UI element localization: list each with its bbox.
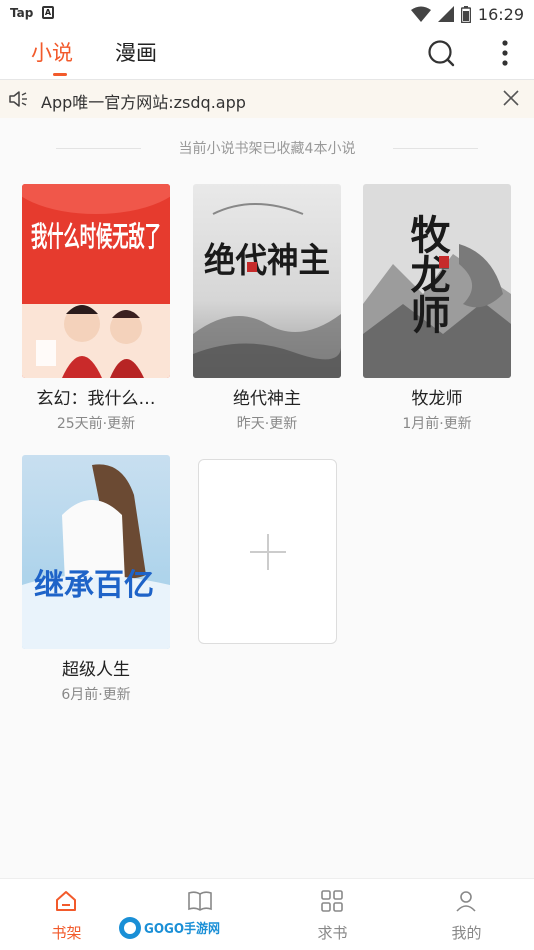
book-title: 绝代神主 (233, 389, 301, 409)
book-cover[interactable]: 继承百亿 (22, 455, 170, 649)
book-icon (188, 891, 212, 911)
book-cover[interactable]: 绝代神主 (193, 184, 341, 378)
tab-novel[interactable]: 小说 (31, 37, 73, 67)
speaker-icon (9, 91, 27, 107)
book-title: 牧龙师 (411, 389, 463, 409)
book-cover[interactable]: 我什么时候无敌了 (22, 184, 170, 378)
battery-icon (460, 5, 471, 23)
add-book-button[interactable] (198, 459, 337, 644)
cover-text: 绝代神主 (204, 241, 330, 281)
home-icon (56, 891, 76, 911)
carrier-label: Tap (10, 6, 34, 20)
book-update-time: 6月前·更新 (61, 687, 131, 703)
top-bar: 小说 漫画 (0, 28, 534, 80)
user-icon (456, 891, 476, 912)
book-item[interactable]: 牧龙师 牧龙师 1月前·更新 (363, 184, 511, 434)
nav-label: 我的 (451, 924, 482, 942)
book-item[interactable]: 绝代神主 绝代神主 昨天·更新 (193, 184, 341, 434)
notice-bar: App唯一官方网站:zsdq.app (0, 80, 534, 118)
status-bar: Tap A 16:29 (0, 0, 534, 28)
plus-icon (250, 534, 286, 570)
cover-text: 继承百亿 (34, 568, 154, 603)
book-item[interactable]: 继承百亿 超级人生 6月前·更新 (22, 455, 170, 705)
grid-icon (321, 890, 343, 912)
active-tab-indicator (53, 73, 67, 76)
search-icon[interactable] (427, 39, 455, 67)
book-item[interactable]: 我什么时候无敌了 玄幻：我什么… 25天前·更新 (22, 184, 170, 434)
signal-icon (437, 6, 454, 22)
divider (393, 148, 478, 149)
book-update-time: 1月前·更新 (402, 416, 472, 432)
notice-text[interactable]: App唯一官方网站:zsdq.app (41, 89, 246, 113)
tab-comic[interactable]: 漫画 (115, 37, 157, 67)
more-vertical-icon[interactable] (496, 39, 514, 67)
cover-text: 牧龙师 (404, 214, 451, 334)
watermark-text: GOGO手游网 (144, 921, 220, 937)
nav-profile[interactable]: 我的 (400, 879, 533, 950)
wifi-icon (410, 6, 431, 22)
app-badge-icon: A (42, 6, 54, 19)
book-update-time: 25天前·更新 (56, 416, 136, 432)
cover-text: 我什么时候无敌了 (31, 220, 161, 253)
nav-request-book[interactable]: 求书 (266, 879, 399, 950)
nav-bookshelf[interactable]: 书架 (0, 879, 133, 950)
close-icon[interactable] (502, 89, 520, 107)
shelf-summary: 当前小说书架已收藏4本小说 (0, 138, 534, 160)
watermark-logo: GOGO手游网 (119, 917, 220, 939)
book-update-time: 昨天·更新 (236, 416, 298, 432)
nav-label: 求书 (317, 924, 348, 942)
clock: 16:29 (477, 4, 524, 24)
nav-label: 书架 (51, 924, 82, 942)
bottom-nav: 书架 求书 我的 (0, 878, 534, 950)
book-title: 玄幻：我什么… (36, 389, 156, 409)
book-cover[interactable]: 牧龙师 (363, 184, 511, 378)
book-title: 超级人生 (62, 660, 130, 680)
